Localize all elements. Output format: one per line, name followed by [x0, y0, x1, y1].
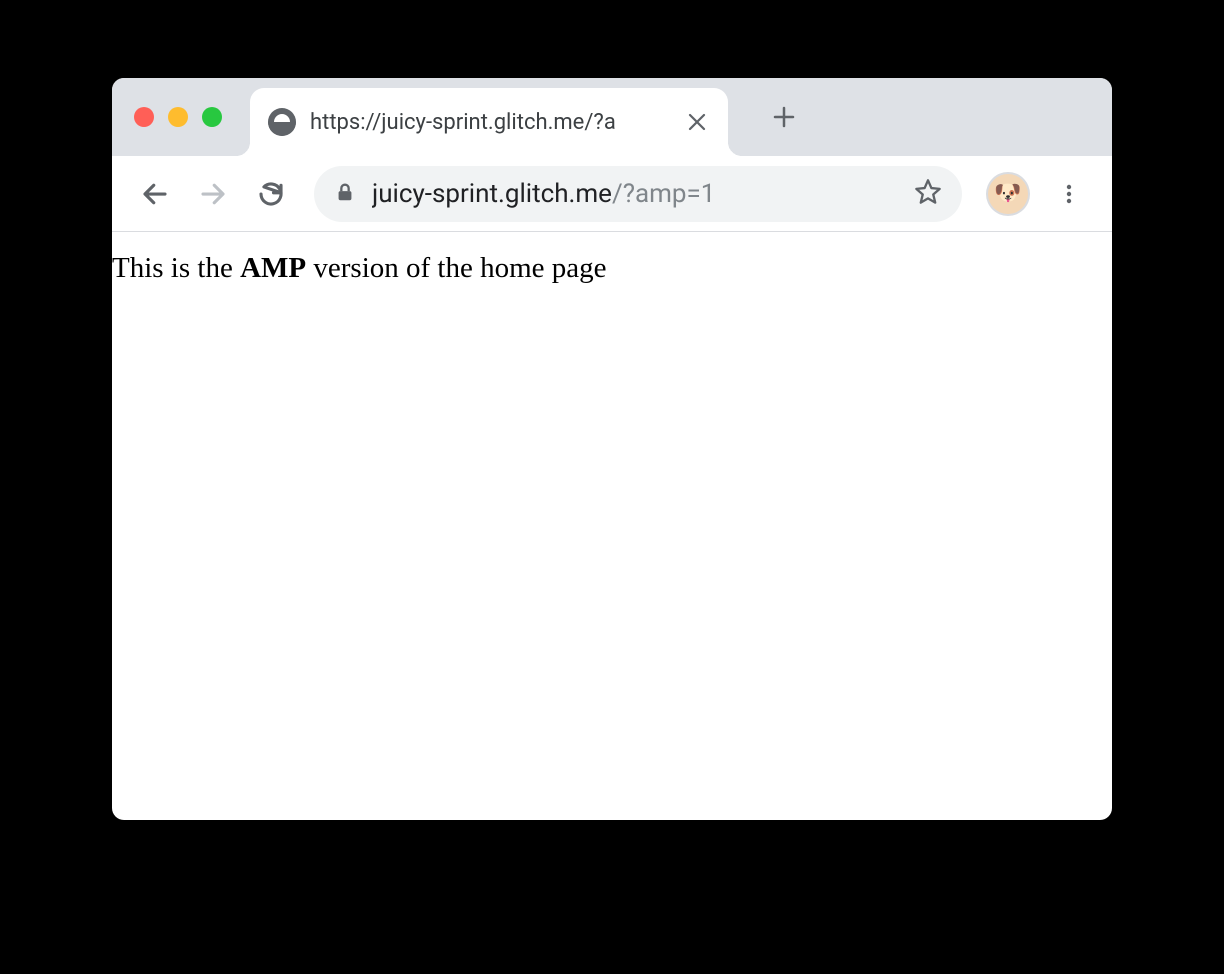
forward-button[interactable] — [188, 169, 238, 219]
content-prefix: This is the — [112, 252, 240, 284]
window-maximize-button[interactable] — [202, 107, 222, 127]
url-path: /?amp=1 — [612, 179, 715, 209]
reload-icon — [256, 179, 286, 209]
address-bar[interactable]: juicy-sprint.glitch.me/?amp=1 — [314, 166, 962, 222]
browser-toolbar: juicy-sprint.glitch.me/?amp=1 🐶 — [112, 156, 1112, 232]
avatar-emoji: 🐶 — [994, 181, 1021, 206]
window-controls — [134, 107, 222, 127]
plus-icon — [772, 105, 796, 129]
profile-avatar-button[interactable]: 🐶 — [988, 174, 1028, 214]
lock-icon — [334, 181, 356, 207]
arrow-right-icon — [198, 179, 228, 209]
reload-button[interactable] — [246, 169, 296, 219]
arrow-left-icon — [140, 179, 170, 209]
close-icon — [688, 113, 706, 131]
browser-menu-button[interactable] — [1044, 169, 1094, 219]
url-host: juicy-sprint.glitch.me — [372, 179, 612, 209]
back-button[interactable] — [130, 169, 180, 219]
url-text: juicy-sprint.glitch.me/?amp=1 — [372, 179, 898, 209]
page-content: This is the AMP version of the home page — [112, 232, 1112, 285]
browser-tab[interactable]: https://juicy-sprint.glitch.me/?a — [250, 88, 728, 156]
tab-bar: https://juicy-sprint.glitch.me/?a — [112, 78, 1112, 156]
content-suffix: version of the home page — [306, 252, 606, 284]
window-close-button[interactable] — [134, 107, 154, 127]
new-tab-button[interactable] — [760, 93, 808, 141]
browser-window: https://juicy-sprint.glitch.me/?a — [112, 78, 1112, 820]
globe-icon — [268, 108, 296, 136]
tab-close-button[interactable] — [684, 109, 710, 135]
bookmark-button[interactable] — [914, 178, 942, 210]
window-minimize-button[interactable] — [168, 107, 188, 127]
content-bold: AMP — [240, 252, 306, 284]
tab-title: https://juicy-sprint.glitch.me/?a — [310, 110, 676, 135]
dots-vertical-icon — [1057, 182, 1081, 206]
star-icon — [914, 178, 942, 206]
